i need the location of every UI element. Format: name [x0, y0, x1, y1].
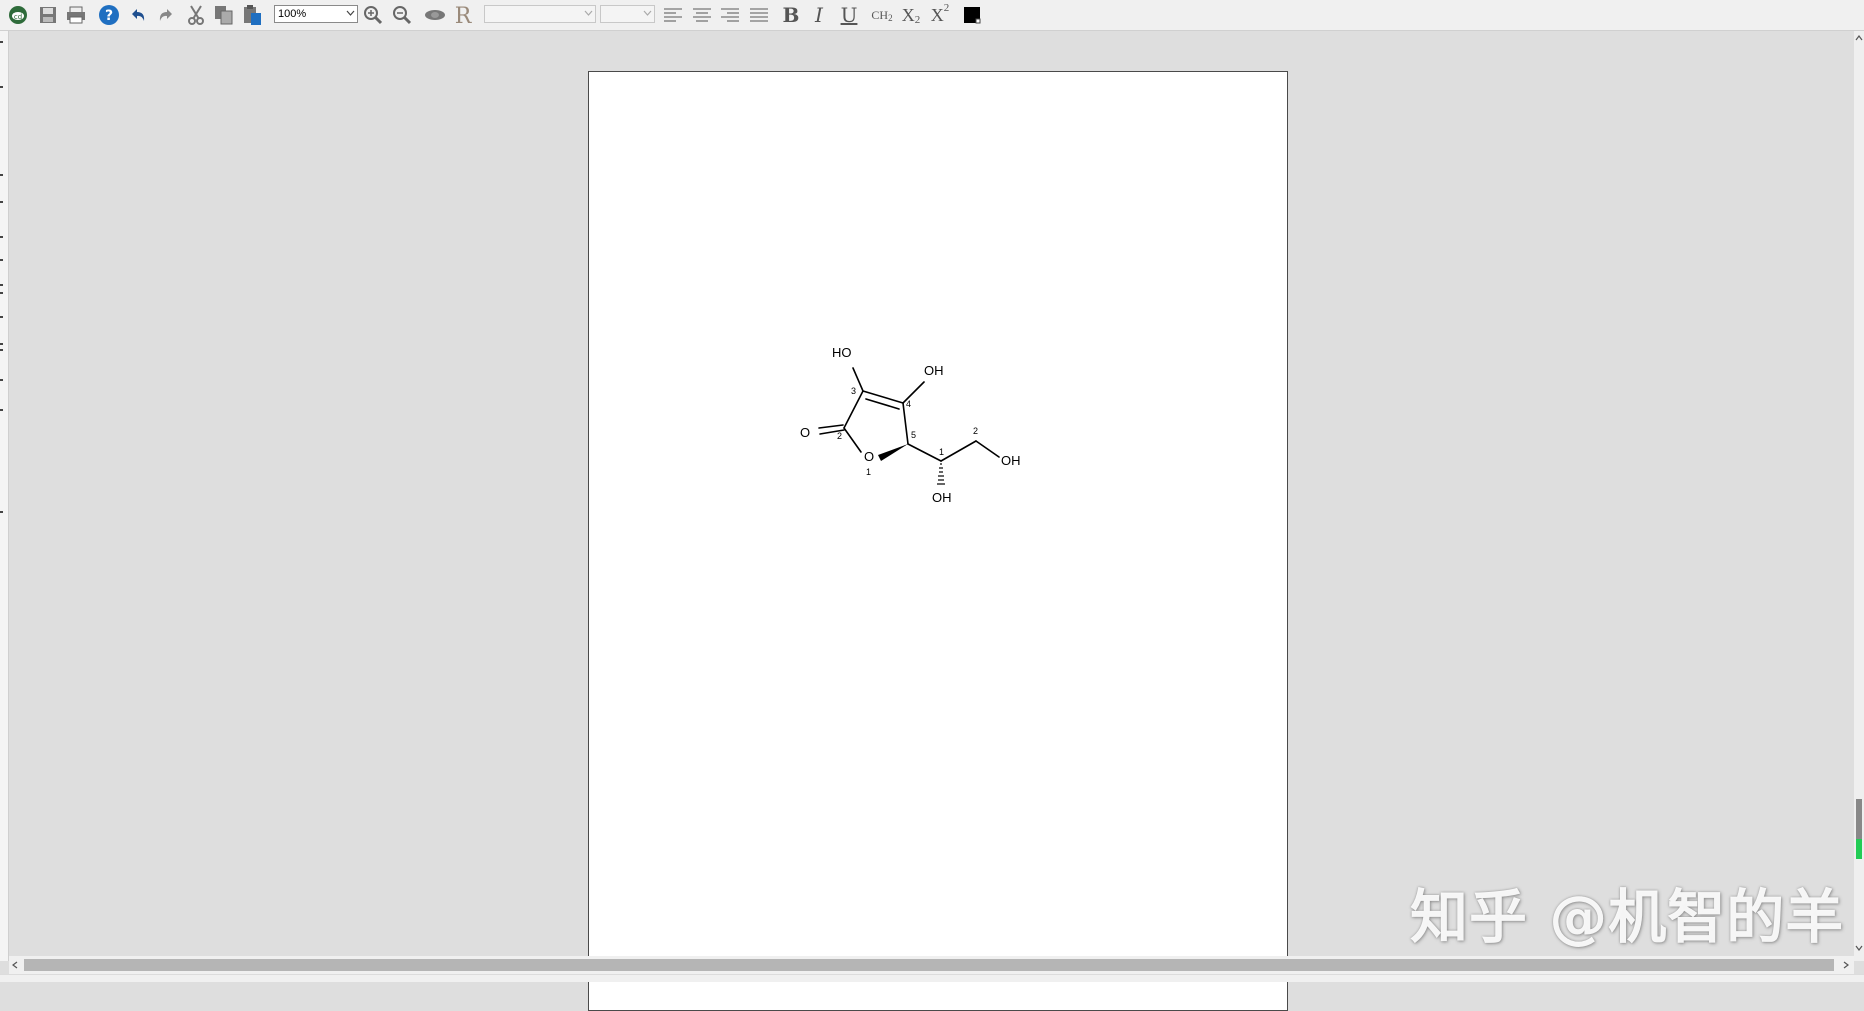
bond-c4-c5 — [902, 402, 909, 445]
text-color-button[interactable] — [960, 3, 984, 27]
print-icon[interactable] — [64, 3, 88, 27]
ch2-subscript: 2 — [888, 13, 893, 23]
workspace: O O HO OH OH OH 1 2 3 4 5 1 2 — [9, 31, 1854, 1011]
scroll-up-icon[interactable] — [1855, 35, 1863, 41]
zoom-value: 100% — [278, 8, 307, 20]
locant-4: 4 — [906, 399, 911, 409]
svg-text:R: R — [455, 4, 473, 27]
locant-5: 5 — [911, 430, 916, 440]
scroll-left-icon[interactable] — [12, 961, 18, 969]
superscript-digit: 2 — [943, 2, 950, 14]
size-select[interactable] — [600, 5, 655, 23]
bond-c2side-oh — [975, 440, 1000, 458]
atom-oh-3: HO — [832, 345, 852, 360]
paste-icon[interactable] — [240, 3, 264, 27]
bold-label: B — [782, 3, 800, 27]
cut-icon[interactable] — [184, 3, 208, 27]
superscript-button[interactable]: X2 — [928, 2, 952, 27]
vertical-scrollbar[interactable] — [1854, 31, 1864, 961]
locant-1: 1 — [866, 467, 871, 477]
bond-c2-c3 — [843, 390, 864, 429]
locant-side-1: 1 — [939, 447, 944, 457]
locant-2: 2 — [837, 431, 842, 441]
atom-oh-side-1: OH — [932, 490, 952, 505]
atom-oh-4: OH — [924, 363, 944, 378]
horizontal-scroll-thumb[interactable] — [24, 959, 1834, 971]
chevron-down-icon — [584, 10, 593, 16]
align-center-icon[interactable] — [690, 3, 714, 27]
toolbar: cd ? 100% R B I U CH 2 X 2 X 2 — [0, 0, 1864, 31]
view-icon[interactable] — [423, 3, 447, 27]
italic-label: I — [815, 3, 823, 27]
atom-o-ring: O — [864, 449, 874, 464]
atom-oh-side-2: OH — [1001, 453, 1021, 468]
scroll-down-icon[interactable] — [1855, 945, 1863, 951]
svg-text:cd: cd — [14, 13, 22, 21]
subscript-digit: 2 — [914, 14, 921, 26]
zoom-out-icon[interactable] — [390, 3, 414, 27]
chevron-down-icon — [643, 10, 652, 16]
bold-button[interactable]: B — [780, 3, 802, 27]
subscript-button[interactable]: X2 — [899, 3, 923, 27]
bond-c3-c4 — [862, 390, 904, 404]
bond-c1-c2side — [940, 440, 977, 462]
ch2-label: CH — [871, 7, 889, 22]
underline-button[interactable]: U — [838, 3, 860, 27]
atom-o-carbonyl: O — [800, 425, 810, 440]
subscript-label: X — [901, 4, 915, 25]
hash-bond — [937, 463, 945, 485]
wedge-bond — [878, 444, 908, 461]
redo-icon[interactable] — [154, 3, 178, 27]
help-icon[interactable]: ? — [97, 3, 121, 27]
italic-button[interactable]: I — [808, 3, 830, 27]
watermark: 知乎 @机智的羊 — [1410, 883, 1845, 951]
zoom-select[interactable]: 100% — [274, 5, 358, 23]
bond-c5-c1 — [907, 443, 942, 462]
zoom-in-icon[interactable] — [361, 3, 385, 27]
r-icon[interactable]: R — [451, 3, 475, 27]
chevron-down-icon — [346, 10, 355, 16]
locant-side-2: 2 — [973, 426, 978, 436]
save-icon[interactable] — [36, 3, 60, 27]
molecule-structure[interactable]: O O HO OH OH OH 1 2 3 4 5 1 2 — [589, 72, 1289, 972]
svg-text:?: ? — [105, 8, 113, 24]
underline-label: U — [840, 3, 858, 27]
bond-c2-o1 — [843, 427, 862, 453]
bond-c2-o-carbonyl-b — [818, 424, 844, 429]
superscript-label: X — [930, 4, 944, 25]
horizontal-scrollbar[interactable] — [9, 956, 1854, 974]
scroll-indicator — [1856, 839, 1862, 859]
left-panel-strip — [0, 31, 9, 961]
undo-icon[interactable] — [126, 3, 150, 27]
app-logo-icon[interactable]: cd — [6, 3, 30, 27]
align-left-icon[interactable] — [661, 3, 685, 27]
locant-3: 3 — [851, 386, 856, 396]
ch2-button[interactable]: CH 2 — [868, 3, 896, 27]
align-justify-icon[interactable] — [747, 3, 771, 27]
font-select[interactable] — [484, 5, 596, 23]
scroll-right-icon[interactable] — [1843, 961, 1849, 969]
document-page[interactable]: O O HO OH OH OH 1 2 3 4 5 1 2 — [588, 71, 1288, 1011]
copy-icon[interactable] — [212, 3, 236, 27]
align-right-icon[interactable] — [718, 3, 742, 27]
vertical-scroll-thumb[interactable] — [1856, 799, 1862, 839]
